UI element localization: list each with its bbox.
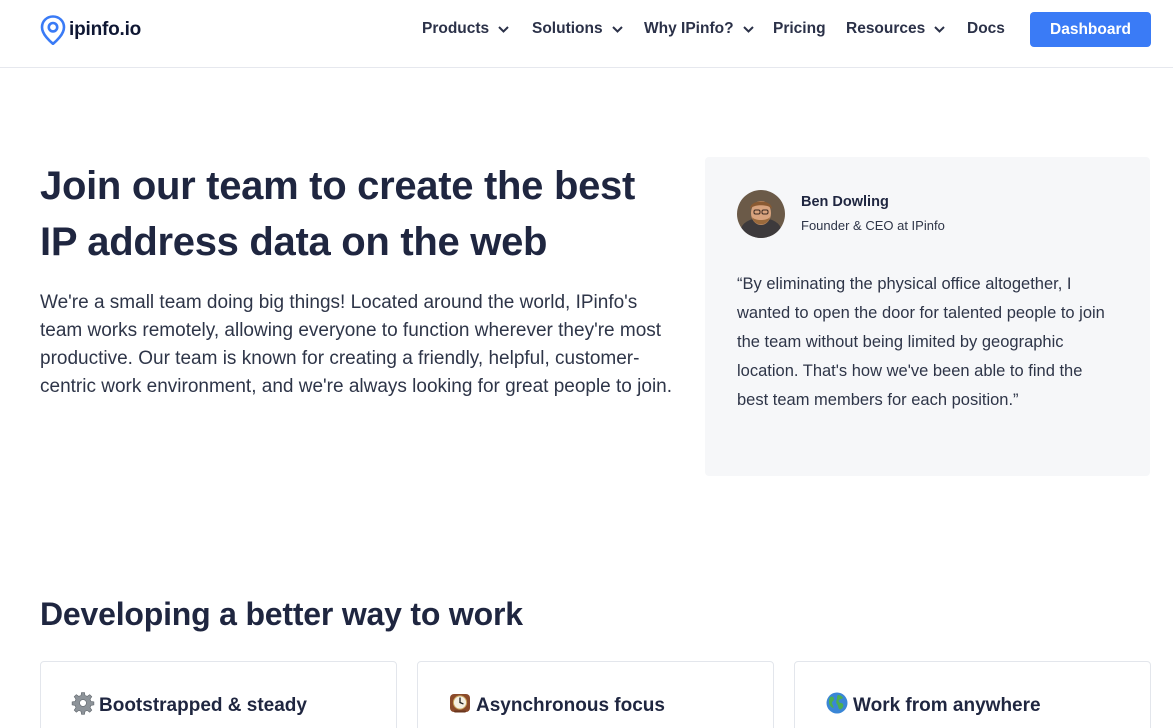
feature-title: Asynchronous focus [476,695,665,716]
nav-why-ipinfo[interactable]: Why IPinfo? [644,0,754,58]
nav-solutions[interactable]: Solutions [532,0,623,58]
hero-description: We're a small team doing big things! Loc… [40,292,673,397]
dashboard-button[interactable]: Dashboard [1030,12,1151,47]
feature-title: Work from anywhere [853,695,1041,716]
top-navigation: ipinfo.io Products Solutions Why IPinfo?… [0,0,1173,68]
nav-resources-label: Resources [846,20,926,37]
nav-products-label: Products [422,20,490,37]
section-title: Developing a better way to work [40,596,523,632]
feature-card-asynchronous: Asynchronous focus [417,661,774,728]
nav-solutions-label: Solutions [532,20,603,37]
chevron-down-icon [498,25,509,33]
feature-card-anywhere: Work from anywhere [794,661,1151,728]
nav-products[interactable]: Products [422,0,509,58]
location-pin-icon [40,15,66,45]
quote-author-role: Founder & CEO at IPinfo [801,218,945,233]
feature-title: Bootstrapped & steady [99,695,307,716]
chevron-down-icon [934,25,945,33]
nav-docs[interactable]: Docs [967,0,1005,58]
nav-docs-label: Docs [967,20,1005,37]
chevron-down-icon [742,25,754,33]
quote-text: “By eliminating the physical office alto… [737,275,1105,409]
quote-author-name: Ben Dowling [801,194,889,210]
nav-why-ipinfo-label: Why IPinfo? [644,20,734,37]
avatar [737,190,785,238]
globe-icon [826,692,848,714]
gear-icon [71,692,95,715]
nav-pricing[interactable]: Pricing [773,0,826,58]
clock-icon [450,694,470,713]
chevron-down-icon [611,25,623,33]
logo-text: ipinfo.io [69,19,142,40]
hero-title: Join our team to create the best IP addr… [40,164,635,264]
feature-card-bootstrapped: Bootstrapped & steady [40,661,397,728]
quote-card: Ben Dowling Founder & CEO at IPinfo “By … [705,157,1150,476]
logo[interactable]: ipinfo.io [40,15,141,45]
nav-resources[interactable]: Resources [846,0,945,58]
nav-pricing-label: Pricing [773,20,826,37]
